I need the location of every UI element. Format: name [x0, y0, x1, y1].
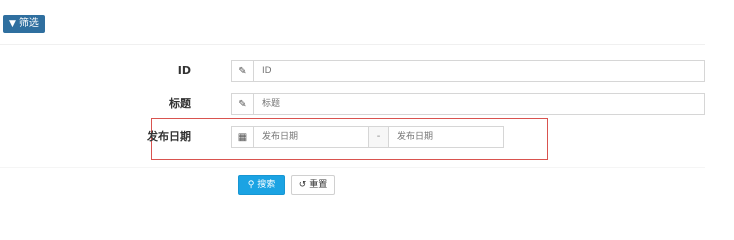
form-row-title: 标题 ✎: [0, 93, 705, 115]
reset-button-label: 重置: [309, 180, 328, 190]
calendar-icon: ▦: [231, 126, 254, 148]
filter-panel: ▼ 筛选 ID ✎ 标题 ✎ 发布日期 ▦ - ⚲ 搜索: [0, 0, 734, 213]
filter-icon: ▼: [9, 18, 16, 29]
publish-date-label: 发布日期: [147, 130, 191, 143]
search-button-label: 搜索: [257, 180, 276, 190]
pencil-icon: ✎: [231, 60, 254, 82]
publish-date-start-input[interactable]: [254, 126, 369, 148]
pencil-icon: ✎: [231, 93, 254, 115]
search-icon: ⚲: [247, 179, 255, 190]
search-button[interactable]: ⚲ 搜索: [238, 175, 285, 195]
publish-date-end-input[interactable]: [389, 126, 504, 148]
reset-button[interactable]: ↺ 重置: [291, 175, 335, 195]
publish-date-input-group: ▦ -: [231, 126, 504, 148]
form-row-id: ID ✎: [0, 60, 705, 82]
form-row-publish-date: 发布日期 ▦ -: [0, 126, 705, 148]
title-input[interactable]: [254, 93, 705, 115]
id-label: ID: [177, 64, 191, 77]
title-input-group: ✎: [231, 93, 705, 115]
filter-button-label: 筛选: [18, 18, 39, 29]
divider: [0, 44, 705, 45]
undo-icon: ↺: [298, 179, 307, 190]
id-input-group: ✎: [231, 60, 705, 82]
filter-button[interactable]: ▼ 筛选: [3, 15, 45, 33]
id-input[interactable]: [254, 60, 705, 82]
title-label: 标题: [169, 97, 191, 110]
divider: [0, 167, 705, 168]
date-range-separator: -: [369, 126, 389, 148]
